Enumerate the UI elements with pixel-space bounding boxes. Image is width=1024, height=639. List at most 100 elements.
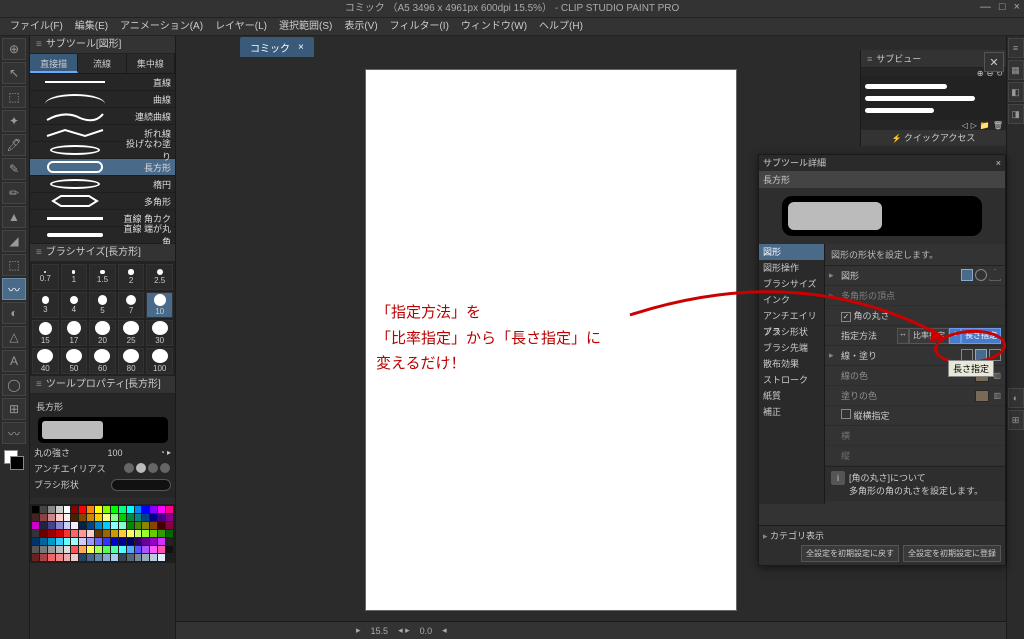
palette-swatch[interactable] — [40, 530, 47, 537]
tool-button[interactable]: A — [2, 350, 26, 372]
palette-swatch[interactable] — [127, 514, 134, 521]
palette-swatch[interactable] — [87, 514, 94, 521]
palette-swatch[interactable] — [95, 554, 102, 561]
palette-swatch[interactable] — [32, 522, 39, 529]
round-checkbox[interactable]: ✓ — [841, 312, 851, 322]
palette-swatch[interactable] — [166, 514, 173, 521]
palette-swatch[interactable] — [103, 546, 110, 553]
brush-size-cell[interactable]: 2 — [118, 264, 145, 290]
palette-swatch[interactable] — [142, 546, 149, 553]
method-ratio[interactable]: 比率指定 — [909, 328, 949, 344]
palette-swatch[interactable] — [150, 514, 157, 521]
tool-button[interactable]: 🖊 — [2, 134, 26, 156]
tool-button[interactable]: △ — [2, 326, 26, 348]
brush-size-cell[interactable]: 1.5 — [89, 264, 116, 290]
palette-swatch[interactable] — [111, 522, 118, 529]
palette-swatch[interactable] — [95, 530, 102, 537]
palette-swatch[interactable] — [150, 554, 157, 561]
strip-btn[interactable]: ◐ — [1008, 388, 1024, 408]
tool-button[interactable]: 〰 — [2, 278, 26, 300]
palette-swatch[interactable] — [119, 514, 126, 521]
tool-button[interactable]: ⊞ — [2, 398, 26, 420]
strip-btn[interactable]: ▦ — [1008, 60, 1024, 80]
palette-swatch[interactable] — [127, 546, 134, 553]
tool-button[interactable]: ✏ — [2, 182, 26, 204]
strip-btn[interactable]: ≡ — [1008, 38, 1024, 58]
detail-category[interactable]: 紙質 — [759, 388, 824, 404]
palette-swatch[interactable] — [87, 506, 94, 513]
menu-item[interactable]: ヘルプ(H) — [533, 18, 589, 35]
palette-swatch[interactable] — [166, 530, 173, 537]
detail-category[interactable]: ブラシ先端 — [759, 340, 824, 356]
subview-btn[interactable]: ⊕ — [977, 69, 984, 75]
palette-swatch[interactable] — [127, 554, 134, 561]
palette-swatch[interactable] — [40, 538, 47, 545]
menu-item[interactable]: ファイル(F) — [4, 18, 69, 35]
brush-size-cell[interactable]: 7 — [118, 292, 145, 318]
brush-size-cell[interactable]: 3 — [32, 292, 59, 318]
tool-button[interactable]: 〰 — [2, 422, 26, 444]
tool-button[interactable]: ▲ — [2, 206, 26, 228]
palette-swatch[interactable] — [135, 506, 142, 513]
palette-swatch[interactable] — [150, 522, 157, 529]
menu-item[interactable]: フィルター(I) — [384, 18, 455, 35]
brush-size-cell[interactable]: 10 — [146, 292, 173, 318]
tool-button[interactable]: ↖ — [2, 62, 26, 84]
tool-button[interactable]: ◯ — [2, 374, 26, 396]
palette-swatch[interactable] — [79, 522, 86, 529]
palette-swatch[interactable] — [127, 538, 134, 545]
palette-swatch[interactable] — [166, 546, 173, 553]
shape-options[interactable] — [959, 269, 1001, 283]
palette-swatch[interactable] — [32, 530, 39, 537]
reset-settings-button[interactable]: 全設定を初期設定に戻す — [801, 545, 899, 562]
brush-size-cell[interactable]: 4 — [61, 292, 88, 318]
subview-nav-icon[interactable]: ▷ — [971, 121, 977, 129]
palette-swatch[interactable] — [40, 522, 47, 529]
palette-swatch[interactable] — [79, 554, 86, 561]
palette-swatch[interactable] — [40, 546, 47, 553]
palette-swatch[interactable] — [166, 506, 173, 513]
palette-swatch[interactable] — [103, 514, 110, 521]
palette-swatch[interactable] — [111, 554, 118, 561]
palette-swatch[interactable] — [87, 522, 94, 529]
palette-swatch[interactable] — [150, 546, 157, 553]
palette-swatch[interactable] — [95, 538, 102, 545]
palette-swatch[interactable] — [103, 554, 110, 561]
palette-swatch[interactable] — [111, 546, 118, 553]
strip-btn[interactable]: ⊞ — [1008, 410, 1024, 430]
subtool-item[interactable]: 直線 — [30, 74, 175, 91]
subtool-item[interactable]: 直線 端が丸角 — [30, 227, 175, 244]
palette-swatch[interactable] — [119, 554, 126, 561]
subtool-item[interactable]: 楕円 — [30, 176, 175, 193]
subtool-item[interactable]: 長方形 — [30, 159, 175, 176]
detail-header[interactable]: サブツール詳細 × — [759, 155, 1005, 171]
brush-size-cell[interactable]: 80 — [118, 348, 145, 374]
palette-swatch[interactable] — [150, 538, 157, 545]
brush-size-cell[interactable]: 5 — [89, 292, 116, 318]
palette-swatch[interactable] — [150, 506, 157, 513]
palette-swatch[interactable] — [56, 506, 63, 513]
palette-swatch[interactable] — [119, 506, 126, 513]
palette-swatch[interactable] — [158, 522, 165, 529]
palette-swatch[interactable] — [87, 530, 94, 537]
palette-swatch[interactable] — [111, 530, 118, 537]
subtool-item[interactable]: 投げなわ塗り — [30, 142, 175, 159]
brush-size-cell[interactable]: 17 — [61, 320, 88, 346]
palette-swatch[interactable] — [95, 506, 102, 513]
document-tab[interactable]: コミック × — [240, 37, 314, 57]
maximize-icon[interactable]: □ — [999, 1, 1006, 13]
palette-swatch[interactable] — [119, 546, 126, 553]
palette-swatch[interactable] — [56, 554, 63, 561]
palette-swatch[interactable] — [64, 522, 71, 529]
palette-swatch[interactable] — [111, 538, 118, 545]
detail-category[interactable]: インク — [759, 292, 824, 308]
tool-button[interactable]: ✎ — [2, 158, 26, 180]
brush-shape-preview[interactable] — [111, 479, 171, 491]
palette-swatch[interactable] — [158, 538, 165, 545]
palette-swatch[interactable] — [119, 522, 126, 529]
palette-swatch[interactable] — [32, 538, 39, 545]
palette-swatch[interactable] — [71, 530, 78, 537]
brush-size-cell[interactable]: 20 — [89, 320, 116, 346]
detail-close-icon[interactable]: × — [996, 155, 1001, 171]
detail-category[interactable]: 図形 — [759, 244, 824, 260]
